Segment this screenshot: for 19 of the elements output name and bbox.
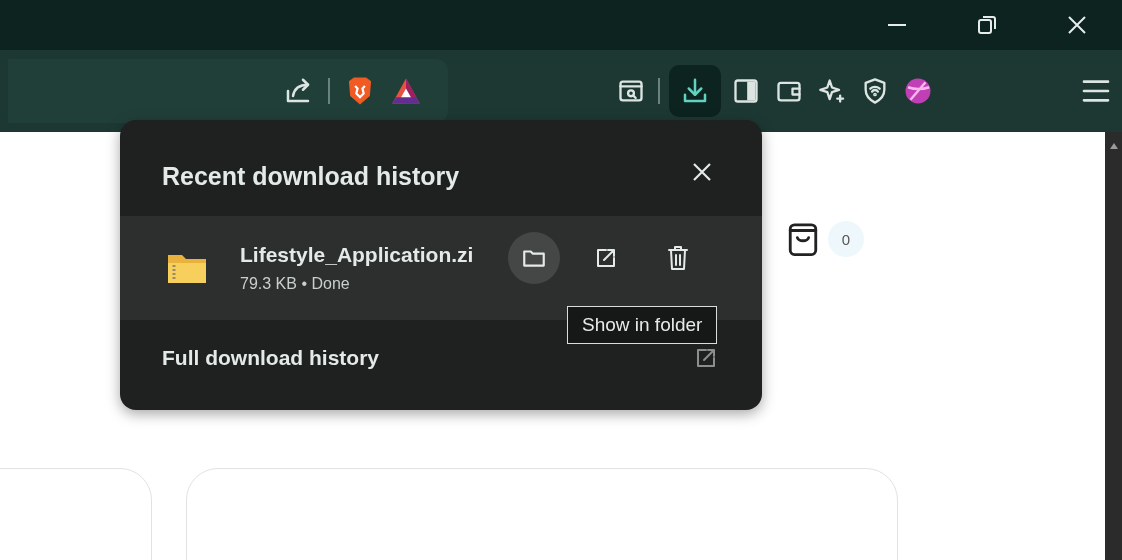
- close-icon: [692, 162, 712, 182]
- tooltip: Show in folder: [567, 306, 718, 344]
- scroll-up-arrow-icon[interactable]: [1108, 142, 1119, 150]
- open-external-icon: [594, 246, 618, 270]
- download-status: 79.3 KB • Done: [240, 275, 351, 293]
- shopping-bag-icon[interactable]: [786, 220, 820, 258]
- popup-title: Recent download history: [162, 160, 460, 191]
- open-external-icon[interactable]: [694, 346, 718, 370]
- trash-icon: [666, 245, 690, 271]
- sidebar-icon: [732, 77, 760, 105]
- full-history-link[interactable]: Full download history: [162, 346, 379, 370]
- avatar-icon: [903, 76, 933, 106]
- triangle-icon: [391, 77, 421, 105]
- download-button[interactable]: [669, 65, 721, 117]
- sparkle-star-icon: [818, 77, 846, 105]
- folder-button[interactable]: [508, 232, 560, 284]
- scrollbar[interactable]: [1105, 132, 1122, 560]
- cart-count: 0: [828, 221, 864, 257]
- file-name: Lifestyle_Application.zi: [240, 243, 475, 267]
